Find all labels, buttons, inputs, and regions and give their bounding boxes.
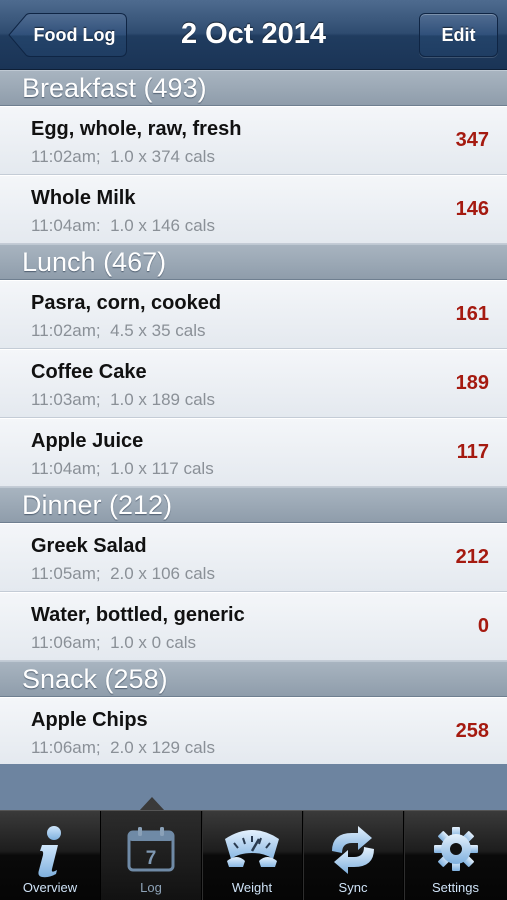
- food-row[interactable]: Egg, whole, raw, fresh 11:02am; 1.0 x 37…: [0, 106, 507, 175]
- food-row[interactable]: Water, bottled, generic 11:06am; 1.0 x 0…: [0, 592, 507, 661]
- tab-log[interactable]: 7 Log: [101, 811, 202, 900]
- food-detail: 11:04am: 1.0 x 146 cals: [31, 216, 215, 235]
- sync-icon: [303, 825, 403, 881]
- food-name: Apple Juice: [31, 430, 144, 452]
- section-header-snack: Snack (258): [0, 661, 507, 697]
- food-name: Apple Chips: [31, 709, 148, 731]
- tab-label: Settings: [432, 880, 479, 895]
- food-name: Water, bottled, generic: [31, 604, 245, 626]
- calendar-day: 7: [146, 848, 157, 869]
- food-row[interactable]: Whole Milk 11:04am: 1.0 x 146 cals 146: [0, 175, 507, 244]
- tab-label: Weight: [231, 880, 273, 895]
- calendar-icon: 7: [101, 825, 201, 881]
- tab-bar: Overview 7 Log Weight Sync Settings: [0, 810, 507, 900]
- tab-label: Log: [140, 880, 162, 895]
- food-calories: 161: [455, 303, 489, 325]
- food-log-back-button[interactable]: Food Log: [8, 13, 127, 57]
- navigation-bar: Food Log 2 Oct 2014 Edit: [0, 0, 507, 70]
- food-name: Egg, whole, raw, fresh: [31, 118, 242, 140]
- food-calories: 189: [455, 372, 489, 394]
- food-log-list[interactable]: Breakfast (493) Egg, whole, raw, fresh 1…: [0, 70, 507, 764]
- food-calories: 146: [455, 198, 489, 220]
- food-calories: 258: [455, 720, 489, 742]
- scale-icon: [202, 825, 302, 881]
- food-name: Greek Salad: [31, 535, 147, 557]
- section-header-breakfast: Breakfast (493): [0, 70, 507, 106]
- food-detail: 11:02am; 1.0 x 374 cals: [31, 147, 215, 166]
- food-row[interactable]: Greek Salad 11:05am; 2.0 x 106 cals 212: [0, 523, 507, 592]
- tab-weight[interactable]: Weight: [202, 811, 303, 900]
- food-calories: 117: [456, 441, 489, 463]
- back-button-label: Food Log: [33, 25, 116, 45]
- tab-sync[interactable]: Sync: [303, 811, 404, 900]
- info-icon: [0, 825, 100, 881]
- food-calories: 0: [477, 615, 489, 637]
- tab-label: Overview: [22, 880, 78, 895]
- tab-label: Sync: [338, 880, 368, 895]
- tab-overview[interactable]: Overview: [0, 811, 101, 900]
- gear-icon: [404, 825, 507, 881]
- food-row[interactable]: Apple Chips 11:06am; 2.0 x 129 cals 258: [0, 697, 507, 764]
- section-header-dinner: Dinner (212): [0, 487, 507, 523]
- food-name: Pasra, corn, cooked: [31, 292, 222, 314]
- food-detail: 11:06am; 1.0 x 0 cals: [31, 633, 197, 652]
- selected-tab-pointer: [139, 797, 165, 811]
- food-row[interactable]: Coffee Cake 11:03am; 1.0 x 189 cals 189: [0, 349, 507, 418]
- food-name: Coffee Cake: [31, 361, 147, 383]
- food-detail: 11:05am; 2.0 x 106 cals: [31, 564, 215, 583]
- food-detail: 11:06am; 2.0 x 129 cals: [31, 738, 215, 757]
- food-detail: 11:04am; 1.0 x 117 cals: [31, 459, 214, 478]
- food-detail: 11:02am; 4.5 x 35 cals: [31, 321, 206, 340]
- section-header-lunch: Lunch (467): [0, 244, 507, 280]
- food-row[interactable]: Apple Juice 11:04am; 1.0 x 117 cals 117: [0, 418, 507, 487]
- food-detail: 11:03am; 1.0 x 189 cals: [31, 390, 215, 409]
- tab-settings[interactable]: Settings: [404, 811, 507, 900]
- edit-button[interactable]: Edit: [419, 13, 498, 57]
- food-name: Whole Milk: [31, 187, 136, 209]
- food-calories: 212: [455, 546, 489, 568]
- food-row[interactable]: Pasra, corn, cooked 11:02am; 4.5 x 35 ca…: [0, 280, 507, 349]
- food-calories: 347: [455, 129, 489, 151]
- page-title: 2 Oct 2014: [180, 18, 327, 50]
